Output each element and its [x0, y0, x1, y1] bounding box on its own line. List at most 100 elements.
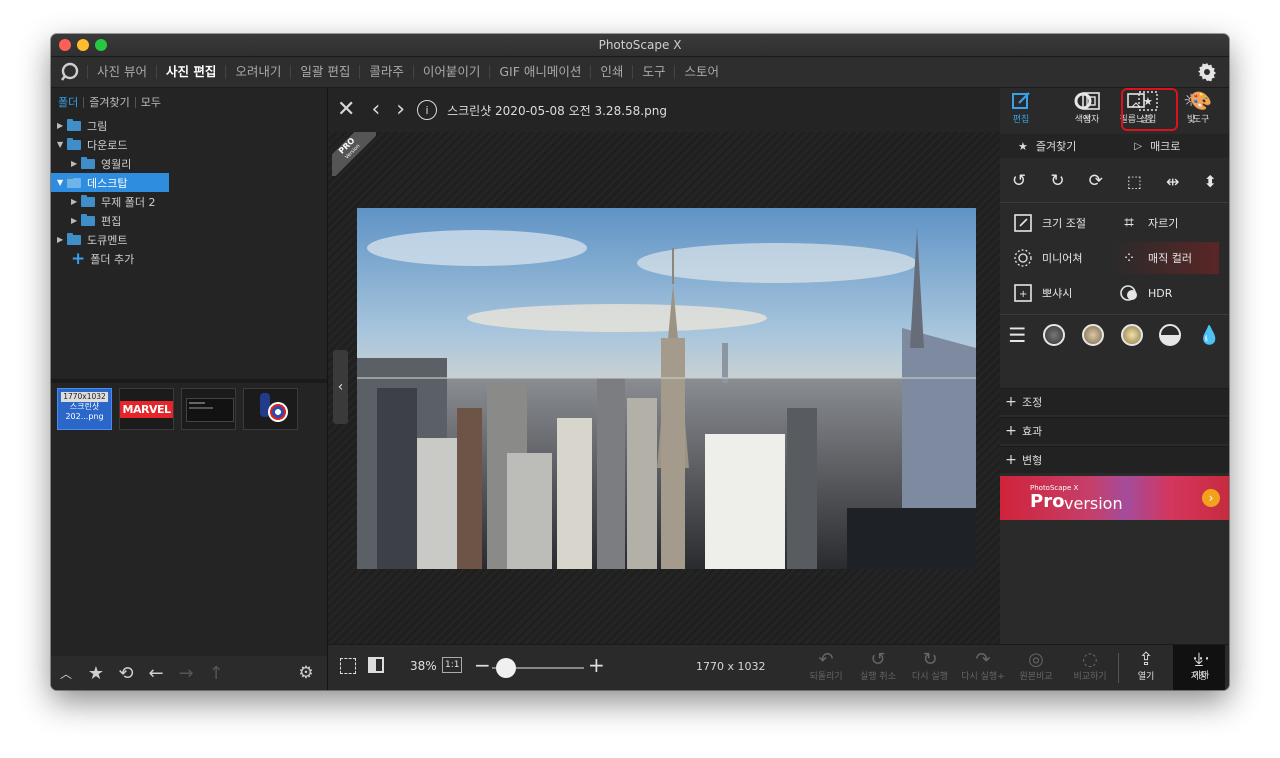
menu-tools[interactable]: 도구 — [632, 65, 674, 79]
menu-store[interactable]: 스토어 — [674, 65, 728, 79]
collapse-panel-button[interactable]: ‹ — [333, 350, 348, 424]
refresh-icon[interactable]: ⟲ — [111, 663, 141, 684]
expand-arrow-icon[interactable]: ▶ — [71, 216, 81, 225]
open-button[interactable]: ⇪ 열기 — [1124, 649, 1168, 682]
drop-icon[interactable]: 💧 — [1198, 325, 1220, 346]
tab-favorites[interactable]: 즐겨찾기 — [83, 96, 134, 108]
expand-arrow-icon[interactable]: ▶ — [71, 159, 81, 168]
magic-color-button[interactable]: ⁘ 매직 컬러 — [1110, 242, 1219, 274]
undo-button[interactable]: ↺ 실행 취소 — [856, 649, 900, 682]
zoom-window-button[interactable] — [95, 39, 107, 51]
collapse-arrow-icon[interactable]: ▼ — [57, 178, 67, 187]
panel-splitter[interactable] — [51, 379, 327, 383]
folder-icon — [67, 232, 81, 245]
redo-all-button[interactable]: ↷ 다시 실행+ — [958, 649, 1008, 682]
half-circle-icon[interactable] — [1159, 324, 1182, 346]
browser-settings-icon[interactable]: ⚙ — [291, 663, 321, 683]
straighten-icon[interactable]: ⬚ — [1127, 172, 1142, 191]
menu-cut-out[interactable]: 오려내기 — [225, 65, 290, 79]
flip-vertical-icon[interactable]: ⬍ — [1204, 172, 1217, 191]
warm-icon[interactable] — [1120, 324, 1143, 346]
section-effects[interactable]: + 효과 — [1000, 417, 1229, 444]
crop-button[interactable]: ⌗ 자르기 — [1118, 207, 1178, 239]
more-button[interactable]: ⋯ 기타 — [1179, 648, 1223, 681]
star-icon[interactable]: ★ — [81, 663, 111, 684]
menu-batch[interactable]: 일괄 편집 — [290, 65, 359, 79]
expand-arrow-icon[interactable]: ▶ — [71, 197, 81, 206]
favorites-tab[interactable]: 즐겨찾기 — [1036, 138, 1076, 154]
app-logo-icon[interactable] — [57, 59, 83, 85]
info-icon[interactable]: i — [417, 100, 438, 120]
menu-combine[interactable]: 이어붙이기 — [412, 65, 490, 79]
rotate-left-icon[interactable]: ↺ — [1012, 171, 1026, 191]
tree-item-pictures[interactable]: ▶ 그림 — [51, 116, 327, 135]
collapse-arrow-icon[interactable]: ▼ — [57, 140, 67, 149]
tab-folders[interactable]: 폴더 — [58, 97, 83, 108]
tool-frame[interactable]: 액자 — [1066, 90, 1116, 125]
vignette-icon[interactable] — [1043, 324, 1066, 346]
actual-size-button[interactable]: 1:1 — [442, 657, 463, 673]
tool-tools[interactable]: 🎨 도구 — [1176, 90, 1226, 126]
resize-button[interactable]: 크기 조절 — [1012, 207, 1086, 239]
sepia-icon[interactable] — [1081, 324, 1104, 346]
expand-arrow-icon[interactable]: ▶ — [57, 235, 67, 244]
zoom-out-button[interactable]: − — [474, 653, 491, 677]
original-compare-button[interactable]: ◎ 원본비교 — [1014, 649, 1058, 682]
marquee-select-icon[interactable] — [340, 658, 356, 674]
tree-item-subfolder[interactable]: ▶ 영월리 — [51, 154, 327, 173]
tree-item-documents[interactable]: ▶ 도큐멘트 — [51, 230, 327, 249]
close-icon[interactable]: ✕ — [337, 99, 355, 121]
redo-label: 다시 실행 — [912, 672, 948, 682]
menu-lines-icon[interactable]: ☰ — [1008, 323, 1026, 347]
miniature-button[interactable]: 미니어쳐 — [1012, 242, 1082, 274]
chevron-up-icon[interactable]: ︿ — [51, 665, 81, 682]
pro-badge[interactable]: PRO Version — [332, 132, 376, 176]
settings-gear-icon[interactable] — [1197, 62, 1217, 85]
pro-version-banner[interactable]: PhotoScape X Pro version › — [1000, 476, 1229, 520]
rotate-custom-icon[interactable]: ⟳ — [1089, 171, 1103, 191]
hdr-button[interactable]: HDR — [1118, 277, 1172, 309]
tree-item-desktop[interactable]: ▼ 데스크탑 — [51, 173, 169, 192]
thumbnail-captain-america[interactable] — [243, 388, 298, 430]
thumbnail-screenshot[interactable] — [181, 388, 236, 430]
menu-collage[interactable]: 콜라주 — [359, 65, 413, 79]
tab-all[interactable]: 모두 — [134, 96, 166, 108]
section-transform[interactable]: + 변형 — [1000, 446, 1229, 473]
back-arrow-icon[interactable]: ← — [141, 663, 171, 684]
up-arrow-icon[interactable]: ↑ — [201, 663, 231, 684]
macro-tab[interactable]: 매크로 — [1150, 138, 1180, 154]
zoom-in-button[interactable]: + — [588, 653, 605, 677]
zoom-level[interactable]: 38% — [410, 659, 437, 673]
section-effects-label: 효과 — [1022, 425, 1043, 438]
redo-button[interactable]: ↻ 다시 실행 — [908, 649, 952, 682]
section-adjust[interactable]: + 조정 — [1000, 388, 1229, 415]
add-folder-button[interactable]: + 폴더 추가 — [51, 249, 327, 268]
flip-horizontal-icon[interactable]: ⇹ — [1166, 172, 1179, 191]
menu-gif[interactable]: GIF 애니메이션 — [489, 65, 590, 79]
thumbnail-marvel[interactable]: MARVEL — [119, 388, 174, 430]
banner-arrow-icon[interactable]: › — [1202, 489, 1220, 507]
tree-item-edit-folder[interactable]: ▶ 편집 — [51, 211, 327, 230]
tool-edit[interactable]: 편집 — [996, 90, 1046, 125]
menu-photo-viewer[interactable]: 사진 뷰어 — [87, 65, 156, 79]
thumbnail-selected[interactable]: 1770x1032 스크린샷 202...png — [57, 388, 112, 430]
compare-view-icon[interactable] — [368, 657, 384, 673]
edited-photo[interactable] — [357, 208, 976, 569]
menu-photo-editor[interactable]: 사진 편집 — [155, 65, 225, 79]
menu-print[interactable]: 인쇄 — [590, 65, 632, 79]
expand-arrow-icon[interactable]: ▶ — [57, 121, 67, 130]
revert-button[interactable]: ↶ 되돌리기 — [804, 649, 848, 682]
bloom-button[interactable]: + 뽀샤시 — [1012, 277, 1072, 309]
compare-button[interactable]: ◌ 비교하기 — [1068, 649, 1112, 682]
next-icon[interactable]: › — [396, 99, 405, 121]
forward-arrow-icon[interactable]: → — [171, 663, 201, 684]
previous-icon[interactable]: ‹ — [371, 99, 380, 121]
close-window-button[interactable] — [59, 39, 71, 51]
minimize-window-button[interactable] — [77, 39, 89, 51]
tree-item-downloads[interactable]: ▼ 다운로드 — [51, 135, 327, 154]
rotate-right-icon[interactable]: ↻ — [1050, 171, 1064, 191]
adjust-sections: + 조정 + 효과 + 변형 — [1000, 388, 1229, 473]
tree-item-untitled-folder[interactable]: ▶ 무제 폴더 2 — [51, 192, 327, 211]
zoom-slider-handle[interactable] — [496, 658, 516, 678]
tool-insert[interactable]: ★ 삽입 — [1123, 90, 1173, 125]
